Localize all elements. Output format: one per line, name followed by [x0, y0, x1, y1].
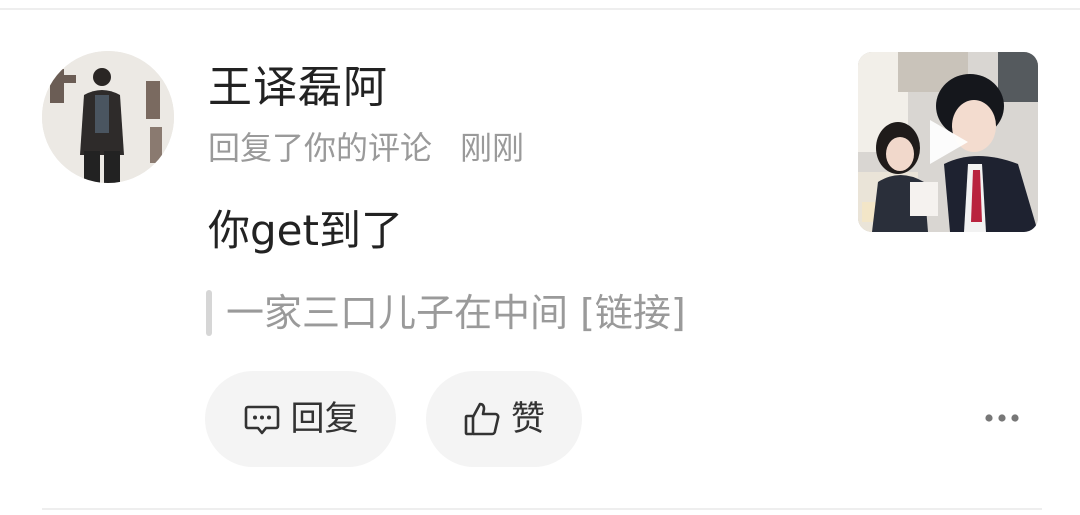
bottom-divider [42, 508, 1042, 510]
quoted-text: 一家三口儿子在中间 [链接] [226, 291, 686, 335]
comment-bubble-icon [243, 400, 281, 438]
reply-label: 回复 [290, 399, 359, 439]
thumbs-up-icon [463, 400, 501, 438]
video-thumbnail[interactable] [858, 52, 1038, 232]
username[interactable]: 王译磊阿 [208, 62, 388, 114]
like-button[interactable]: 赞 [426, 371, 582, 467]
quoted-original-comment[interactable]: 一家三口儿子在中间 [链接] [206, 290, 686, 336]
user-avatar[interactable] [42, 51, 174, 183]
avatar-photo-icon [42, 51, 174, 183]
more-dots-icon [985, 414, 1019, 422]
meta-line: 回复了你的评论 刚刚 [208, 128, 524, 168]
comment-notification-card: 王译磊阿 回复了你的评论刚刚 你get到了 一家三口儿子在中间 [链接] 回复 [0, 0, 1080, 515]
reply-button[interactable]: 回复 [205, 371, 396, 467]
top-divider [0, 8, 1080, 10]
more-options-button[interactable] [978, 402, 1026, 434]
reply-comment-text[interactable]: 你get到了 [208, 204, 403, 258]
like-label: 赞 [511, 399, 545, 439]
quote-bar [206, 290, 212, 336]
thumbnail-photo-icon [858, 52, 1038, 232]
action-text: 回复了你的评论 [208, 129, 433, 167]
timestamp: 刚刚 [460, 129, 525, 167]
